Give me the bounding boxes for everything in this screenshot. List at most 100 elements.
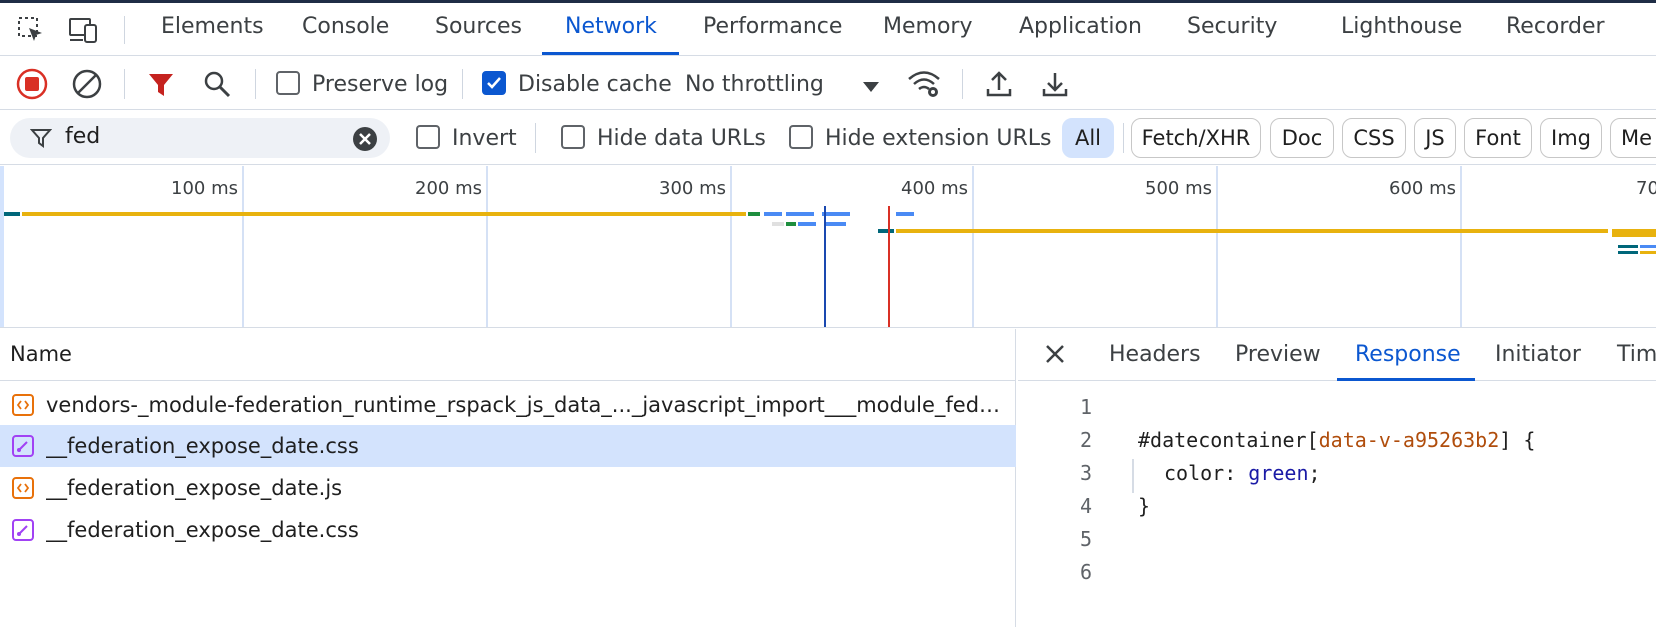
waterfall-bar <box>748 212 760 216</box>
tab-recorder[interactable]: Recorder <box>1506 14 1605 39</box>
code-text: #datecontainer[data-v-a95263b2] { <box>1138 428 1535 452</box>
line-number: 3 <box>1079 461 1092 485</box>
tab-headers[interactable]: Headers <box>1109 342 1201 367</box>
type-filter-all[interactable]: All <box>1062 118 1114 158</box>
network-conditions-icon[interactable] <box>906 66 942 102</box>
table-row[interactable]: __federation_expose_date.css <box>0 425 1016 467</box>
tab-network-underline <box>542 52 679 55</box>
type-filter-css[interactable]: CSS <box>1342 118 1406 158</box>
filter-bar: fed Invert Hide data URLs Hide extension… <box>0 111 1656 165</box>
filter-input[interactable]: fed <box>65 124 100 149</box>
stop-recording-icon[interactable] <box>14 66 50 102</box>
tick-label: 70 <box>1636 178 1656 199</box>
close-icon[interactable] <box>1044 343 1066 369</box>
type-filter-doc[interactable]: Doc <box>1270 118 1334 158</box>
inspect-element-icon[interactable] <box>15 14 47 46</box>
js-file-icon <box>12 394 34 416</box>
tab-response-underline <box>1337 378 1475 381</box>
waterfall-bar <box>22 212 746 216</box>
disable-cache-checkbox[interactable] <box>482 71 506 95</box>
filter-input-box[interactable]: fed <box>10 118 390 158</box>
waterfall-bar <box>826 222 846 226</box>
toolbar-divider <box>962 69 963 99</box>
grid-line <box>1460 166 1462 327</box>
request-name: __federation_expose_date.css <box>46 518 359 542</box>
throttling-select[interactable]: No throttling <box>685 72 824 97</box>
hide-data-urls-checkbox[interactable] <box>561 125 585 149</box>
request-details-pane: Headers Preview Response Initiator Tim 1… <box>1018 329 1656 627</box>
type-filter-fetch-xhr[interactable]: Fetch/XHR <box>1131 118 1261 158</box>
js-file-icon <box>12 477 34 499</box>
tab-application[interactable]: Application <box>1019 14 1142 39</box>
tab-security[interactable]: Security <box>1187 14 1277 39</box>
toolbar-divider <box>124 69 125 99</box>
checkmark-icon <box>487 77 501 89</box>
preserve-log-label: Preserve log <box>312 72 449 97</box>
request-name: __federation_expose_date.css <box>46 434 359 458</box>
invert-checkbox[interactable] <box>416 125 440 149</box>
css-property: color: <box>1164 461 1249 485</box>
code-line: 5 <box>1018 527 1656 560</box>
search-icon[interactable] <box>199 66 235 102</box>
tab-network[interactable]: Network <box>565 14 657 39</box>
overview-left-handle[interactable] <box>0 166 4 327</box>
import-har-icon[interactable] <box>981 66 1017 102</box>
line-number: 2 <box>1079 428 1092 452</box>
grid-line <box>972 166 974 327</box>
tab-preview[interactable]: Preview <box>1235 342 1321 367</box>
clear-icon[interactable] <box>69 66 105 102</box>
preserve-log-checkbox[interactable] <box>276 71 300 95</box>
table-row[interactable]: __federation_expose_date.css <box>0 509 1016 551</box>
hide-extension-urls-checkbox[interactable] <box>789 125 813 149</box>
chevron-down-icon[interactable] <box>862 78 880 97</box>
window-top-border <box>0 0 1656 3</box>
waterfall-bar <box>1640 245 1656 248</box>
indent-guide <box>1132 459 1134 493</box>
tick-label: 100 ms <box>171 178 238 199</box>
filter-icon[interactable] <box>143 66 179 102</box>
css-bracket: ] { <box>1499 428 1536 452</box>
waterfall-bar <box>764 212 782 216</box>
tab-initiator[interactable]: Initiator <box>1495 342 1581 367</box>
table-row[interactable]: __federation_expose_date.js <box>0 467 1016 509</box>
tab-elements[interactable]: Elements <box>161 14 264 39</box>
code-line: 1 <box>1018 395 1656 428</box>
hide-data-urls-label: Hide data URLs <box>597 126 766 151</box>
network-overview[interactable]: 100 ms 200 ms 300 ms 400 ms 500 ms 600 m… <box>0 166 1656 328</box>
tick-label: 600 ms <box>1389 178 1456 199</box>
waterfall-bar <box>798 222 816 226</box>
export-har-icon[interactable] <box>1037 66 1073 102</box>
type-filter-media[interactable]: Me <box>1610 118 1656 158</box>
tab-response[interactable]: Response <box>1355 342 1461 367</box>
waterfall-bar <box>822 212 850 216</box>
css-bracket: [ <box>1306 428 1319 452</box>
tab-timing[interactable]: Tim <box>1617 342 1656 367</box>
line-number: 1 <box>1079 395 1092 419</box>
name-column-header[interactable]: Name <box>0 329 1016 381</box>
tab-lighthouse[interactable]: Lighthouse <box>1341 14 1462 39</box>
code-text: color: green; <box>1164 461 1321 485</box>
type-filter-js[interactable]: JS <box>1414 118 1456 158</box>
code-line: 3 color: green; <box>1018 459 1656 494</box>
type-filter-font[interactable]: Font <box>1464 118 1532 158</box>
tab-performance[interactable]: Performance <box>703 14 842 39</box>
type-filter-img[interactable]: Img <box>1540 118 1602 158</box>
tab-memory[interactable]: Memory <box>883 14 972 39</box>
toolbar-divider <box>255 69 256 99</box>
request-name: vendors-_module-federation_runtime_rspac… <box>46 393 1006 417</box>
table-row[interactable]: vendors-_module-federation_runtime_rspac… <box>0 384 1016 426</box>
device-toolbar-icon[interactable] <box>67 14 99 46</box>
clear-filter-icon[interactable] <box>352 126 378 156</box>
waterfall-bar <box>1640 251 1656 254</box>
waterfall-bar <box>1618 251 1638 254</box>
waterfall-bar <box>772 222 784 226</box>
line-number: 6 <box>1079 560 1092 584</box>
load-event-marker <box>888 206 890 327</box>
css-semicolon: ; <box>1308 461 1321 485</box>
tab-sources[interactable]: Sources <box>435 14 522 39</box>
invert-label: Invert <box>452 126 517 151</box>
grid-line <box>242 166 244 327</box>
tab-console[interactable]: Console <box>302 14 389 39</box>
waterfall-bar <box>4 212 20 216</box>
code-line: 4 } <box>1018 494 1656 527</box>
